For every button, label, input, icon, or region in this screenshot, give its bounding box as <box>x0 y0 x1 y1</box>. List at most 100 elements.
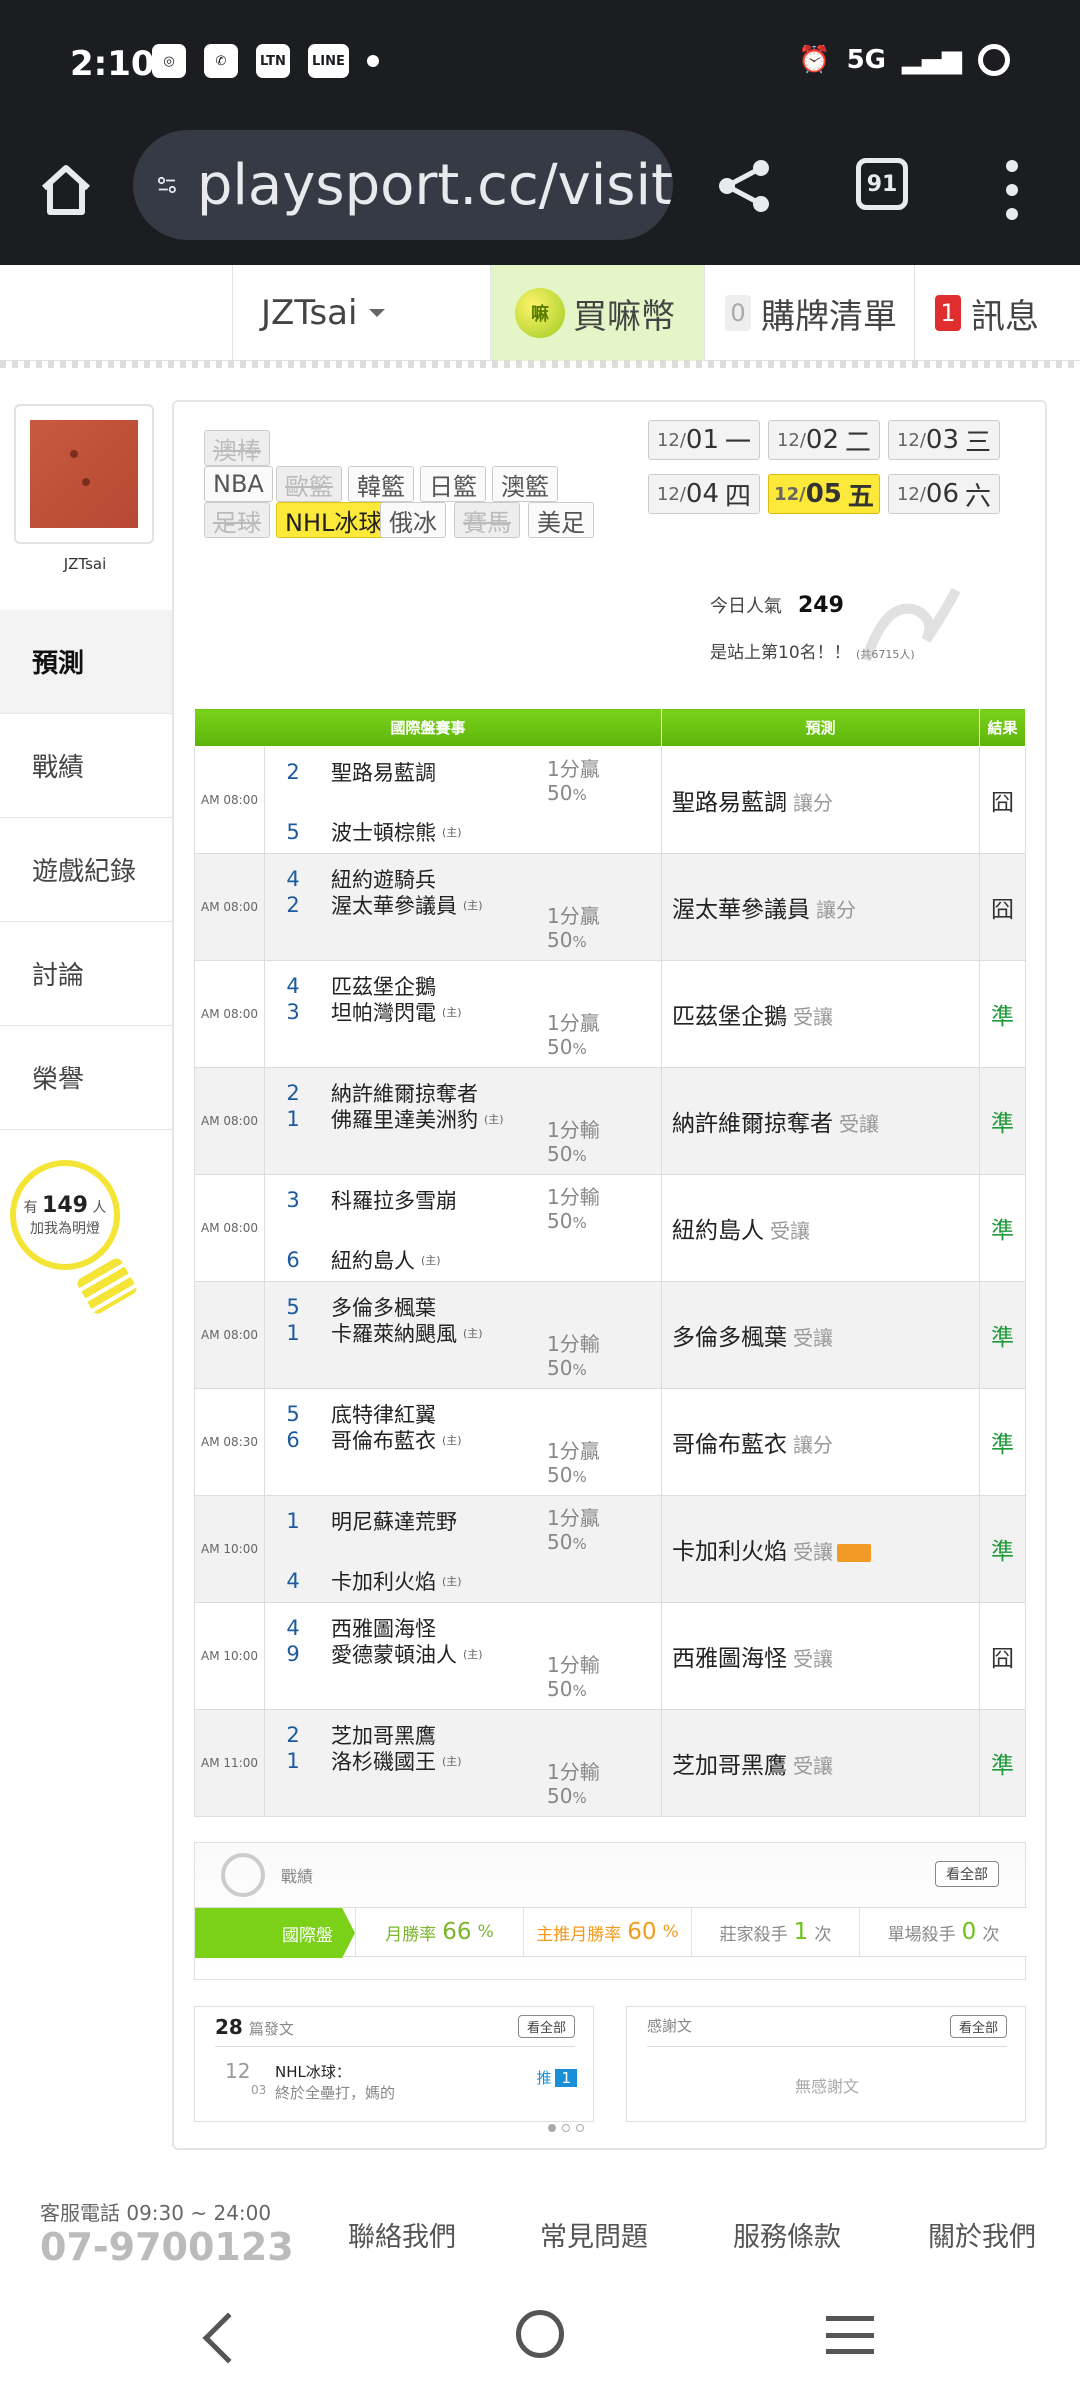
tab-international[interactable]: 國際盤 <box>195 1908 355 1958</box>
post-item[interactable]: NHL冰球： 終於全壘打，媽的 <box>275 2061 395 2103</box>
record-see-all-button[interactable]: 看全部 <box>935 1861 999 1887</box>
nav-item-honors[interactable]: 榮譽 <box>0 1026 172 1130</box>
date-day: 02 <box>805 425 840 455</box>
sport-filter-button[interactable]: 足球 <box>204 502 270 538</box>
status-bar: 2:10 ◎ ✆ LTN LINE ⏰ 5G ▂▄▆ <box>0 0 1080 130</box>
home-team-name: 波士頓棕熊 <box>331 821 436 845</box>
sport-filter-button[interactable]: NHL冰球 <box>276 502 392 538</box>
table-row: AM 10:00 1 明尼蘇達荒野 4 卡加利火焰 (主) 1分贏 50% 卡加利火焰 受讓準 <box>194 1495 1026 1603</box>
thanks-see-all-button[interactable]: 看全部 <box>949 2015 1007 2038</box>
sport-filter-button[interactable]: NBA <box>204 466 273 502</box>
home-score: 6 <box>286 1428 300 1452</box>
date-weekday: 六 <box>965 481 992 512</box>
nav-item-discussion[interactable]: 討論 <box>0 922 172 1026</box>
home-team: 5 波士頓棕熊 (主) <box>265 817 461 847</box>
handicap-pct: 50 <box>547 1677 573 1701</box>
home-button-icon[interactable] <box>516 2310 564 2358</box>
handicap-pct: 50 <box>547 781 573 805</box>
game-cell: 5 多倫多楓葉 1 卡羅萊納颶風 (主) 1分輸 50% <box>264 1281 662 1389</box>
home-mark: (主) <box>421 1254 441 1267</box>
recent-apps-icon[interactable] <box>826 2316 874 2354</box>
post-day: 03 <box>251 2083 267 2097</box>
home-team-name: 佛羅里達美洲豹 <box>331 1108 478 1132</box>
prediction-cell: 納許維爾掠奪者 受讓 <box>661 1067 980 1175</box>
table-row: AM 08:00 2 聖路易藍調 5 波士頓棕熊 (主) 1分贏 50% 聖路易藍調 讓分囧 <box>194 746 1026 854</box>
footer-link-about[interactable]: 關於我們 <box>928 2215 1036 2254</box>
home-team: 6 紐約島人 (主) <box>265 1245 441 1275</box>
line-icon: LINE <box>308 44 349 78</box>
sport-filter-button[interactable]: 歐籃 <box>276 466 342 502</box>
avatar[interactable] <box>30 420 138 528</box>
posts-see-all-button[interactable]: 看全部 <box>517 2015 575 2038</box>
avatar-frame[interactable] <box>14 404 154 544</box>
buy-coin-button[interactable]: 嘛 買嘛幣 <box>490 265 704 361</box>
user-menu[interactable]: JZTsai <box>232 265 490 361</box>
prediction-team: 多倫多楓葉 <box>672 1325 787 1351</box>
date-button[interactable]: 12/04 四 <box>648 474 760 514</box>
home-team: 1 卡羅萊納颶風 (主) <box>265 1318 482 1348</box>
footer-link-contact[interactable]: 聯絡我們 <box>348 2215 456 2254</box>
handicap-line: 1分輸 <box>547 1118 600 1142</box>
nav-item-predictions[interactable]: 預測 <box>0 610 172 714</box>
signal-icon: ▂▄▆ <box>902 45 962 75</box>
nav-item-record[interactable]: 戰績 <box>0 714 172 818</box>
handicap-pct: 50 <box>547 1142 573 1166</box>
notification-dot-icon <box>366 55 379 67</box>
sport-filter-button[interactable]: 澳棒 <box>204 430 270 466</box>
decorative-figure-icon <box>861 587 961 662</box>
push-label: 推 <box>536 2069 552 2087</box>
sport-filter-button[interactable]: 日籃 <box>420 466 486 502</box>
prediction-type: 受讓 <box>839 1112 879 1136</box>
sport-filter-button[interactable]: 賽馬 <box>454 502 520 538</box>
home-team-name: 紐約島人 <box>331 1249 415 1273</box>
service-hours: 客服電話 09:30 ~ 24:00 <box>40 2201 272 2225</box>
share-icon[interactable] <box>715 156 775 216</box>
site-settings-icon[interactable] <box>157 163 177 207</box>
game-cell: 5 底特律紅翼 6 哥倫布藍衣 (主) 1分贏 50% <box>264 1388 662 1496</box>
date-button[interactable]: 12/05 五 <box>768 474 880 514</box>
cart-label: 購牌清單 <box>761 296 897 337</box>
cart-button[interactable]: 0 購牌清單 <box>704 265 914 361</box>
nav-item-game-log[interactable]: 遊戲紀錄 <box>0 818 172 922</box>
home-icon[interactable] <box>36 160 96 220</box>
tab-switcher-button[interactable]: 91 <box>856 158 908 210</box>
date-button[interactable]: 12/02 二 <box>768 420 880 460</box>
date-button[interactable]: 12/06 六 <box>888 474 1000 514</box>
back-icon[interactable] <box>202 2312 254 2364</box>
home-team-name: 愛德蒙頓油人 <box>331 1643 457 1667</box>
handicap-line: 1分輸 <box>547 1185 600 1209</box>
game-time: AM 11:00 <box>194 1709 265 1817</box>
month-rate-label: 月勝率 <box>385 1924 437 1945</box>
handicap-pct: 50 <box>547 1463 573 1487</box>
prediction-team: 西雅圖海怪 <box>672 1646 787 1672</box>
sport-filter-button[interactable]: 澳籃 <box>492 466 558 502</box>
date-month: 12/ <box>774 483 806 505</box>
date-button[interactable]: 12/03 三 <box>888 420 1000 460</box>
predictions-table: 國際盤賽事 預測 結果 AM 08:00 2 聖路易藍調 5 波士頓棕熊 (主) 1分贏 50… <box>194 708 1026 1817</box>
status-right: ⏰ 5G ▂▄▆ <box>798 44 1010 76</box>
posts-pager[interactable] <box>548 2124 584 2132</box>
instagram-icon: ◎ <box>152 44 186 78</box>
footer-link-terms[interactable]: 服務條款 <box>733 2215 841 2254</box>
sport-filter-button[interactable]: 美足 <box>528 502 594 538</box>
home-score: 3 <box>286 1000 300 1024</box>
date-button[interactable]: 12/01 一 <box>648 420 760 460</box>
messages-button[interactable]: 1 訊息 <box>914 265 1080 361</box>
follow-lamp-button[interactable]: 有 149 人 加我為明燈 <box>10 1160 140 1320</box>
prediction-cell: 多倫多楓葉 受讓 <box>661 1281 980 1389</box>
date-weekday: 二 <box>845 427 872 458</box>
address-bar[interactable]: playsport.cc/visit <box>133 130 673 240</box>
table-row: AM 08:00 5 多倫多楓葉 1 卡羅萊納颶風 (主) 1分輸 50% 多倫多楓葉 受讓準 <box>194 1281 1026 1389</box>
header-prediction: 預測 <box>661 708 980 747</box>
network-label: 5G <box>846 45 886 75</box>
sport-filter-button[interactable]: 韓籃 <box>348 466 414 502</box>
more-options-icon[interactable] <box>1002 160 1022 220</box>
away-team-name: 明尼蘇達荒野 <box>331 1510 457 1534</box>
date-day: 04 <box>685 479 720 509</box>
sport-filter-button[interactable]: 俄冰 <box>380 502 446 538</box>
footer-link-faq[interactable]: 常見問題 <box>540 2215 648 2254</box>
service-phone[interactable]: 07-9700123 <box>40 2225 294 2269</box>
prediction-type: 讓分 <box>793 791 833 815</box>
header-result: 結果 <box>979 708 1026 747</box>
main-rate-value: 60 <box>627 1919 657 1945</box>
